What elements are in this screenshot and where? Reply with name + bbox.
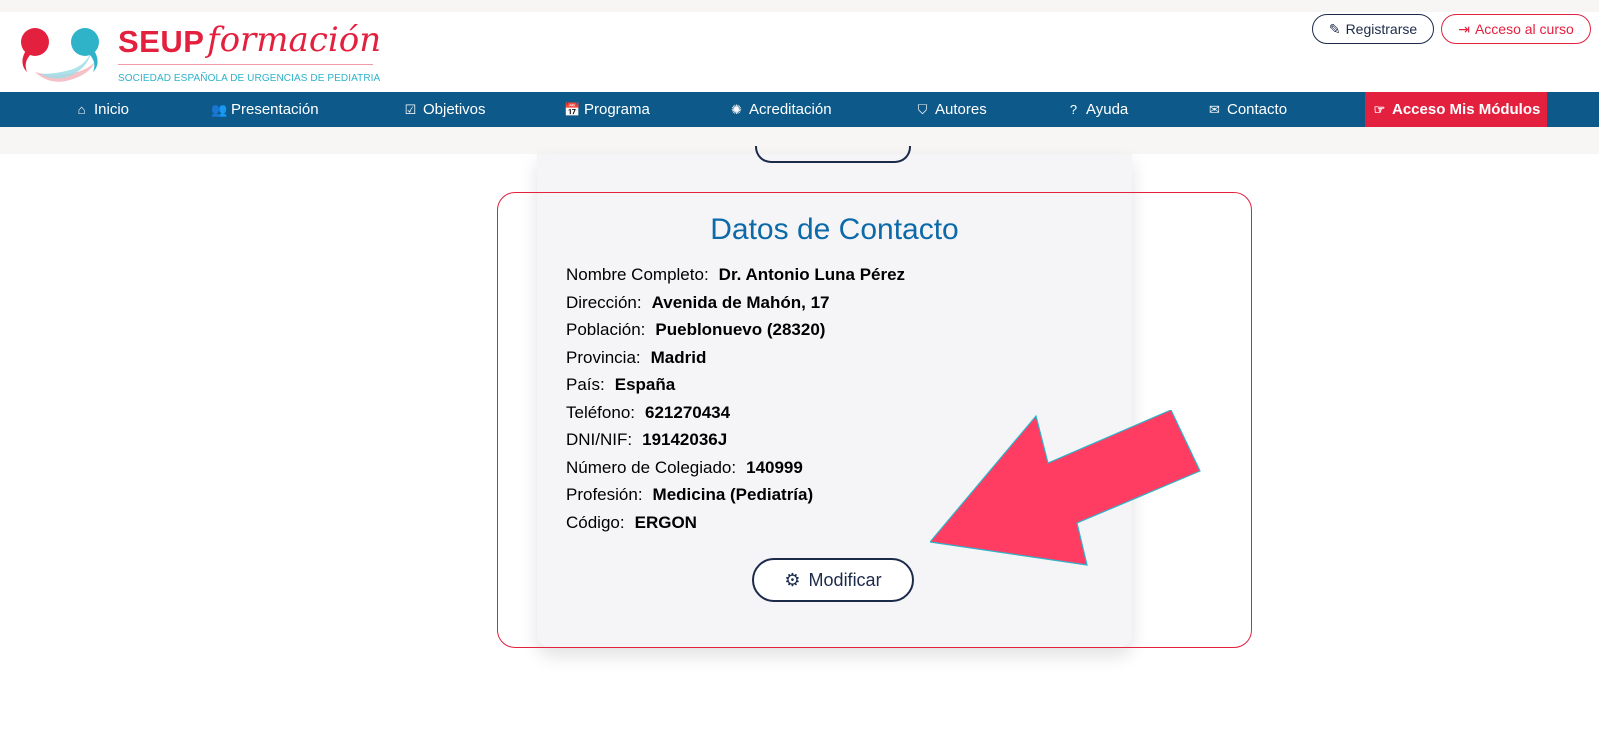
- nav-label: Inicio: [94, 101, 130, 118]
- main-navbar: ⌂ Inicio 👥 Presentación ☑ Objetivos 📅 Pr…: [0, 92, 1599, 127]
- field-label: Provincia:: [566, 348, 641, 367]
- field-label: Nombre Completo:: [566, 265, 709, 284]
- site-header: SEUP formación SOCIEDAD ESPAÑOLA DE URGE…: [0, 12, 1599, 92]
- home-icon: ⌂: [77, 102, 86, 117]
- brand-divider: [118, 64, 373, 65]
- field-value: España: [614, 375, 676, 394]
- hand-point-icon: ☞: [1373, 101, 1386, 117]
- register-button[interactable]: ✎ Registrarse: [1312, 14, 1434, 44]
- field-value: Avenida de Mahón, 17: [651, 293, 830, 312]
- field-poblacion: Población: Pueblonuevo (28320): [566, 320, 825, 340]
- modify-button[interactable]: ⚙ Modificar: [752, 558, 914, 602]
- nav-item-autores[interactable]: ⛉ Autores: [915, 92, 987, 127]
- field-label: DNI/NIF:: [566, 430, 633, 449]
- field-label: Número de Colegiado:: [566, 458, 737, 477]
- nav-label: Programa: [584, 101, 650, 118]
- seup-logo[interactable]: SEUP formación SOCIEDAD ESPAÑOLA DE URGE…: [15, 20, 395, 90]
- course-access-button[interactable]: ⇥ Acceso al curso: [1441, 14, 1591, 44]
- gear-icon: ⚙: [784, 569, 801, 590]
- nav-label: Acceso Mis Módulos: [1392, 101, 1541, 118]
- nav-item-ayuda[interactable]: ? Ayuda: [1066, 92, 1128, 127]
- field-telefono: Teléfono: 621270434: [566, 403, 730, 423]
- field-value: ERGON: [634, 513, 697, 532]
- field-value: 621270434: [645, 403, 731, 422]
- nav-item-programa[interactable]: 📅 Programa: [564, 92, 650, 127]
- brand-name: SEUP: [118, 24, 205, 59]
- calendar-check-icon: 📅: [564, 101, 581, 117]
- field-nombre: Nombre Completo: Dr. Antonio Luna Pérez: [566, 265, 905, 285]
- field-value: Medicina (Pediatría): [652, 485, 814, 504]
- nav-item-acreditacion[interactable]: ✺ Acreditación: [729, 92, 832, 127]
- field-label: Dirección:: [566, 293, 642, 312]
- register-label: Registrarse: [1345, 21, 1418, 37]
- annotation-arrow-icon: [930, 410, 1201, 566]
- nav-label: Autores: [935, 101, 987, 118]
- field-value: 19142036J: [642, 430, 728, 449]
- field-label: Población:: [566, 320, 646, 339]
- checkbox-icon: ☑: [404, 101, 417, 117]
- brand-subtitle: SOCIEDAD ESPAÑOLA DE URGENCIAS DE PEDIAT…: [118, 73, 381, 84]
- nav-item-presentacion[interactable]: 👥 Presentación: [211, 92, 319, 127]
- field-direccion: Dirección: Avenida de Mahón, 17: [566, 293, 830, 313]
- sign-in-icon: ⇥: [1458, 20, 1470, 37]
- card-title: Datos de Contacto: [710, 213, 959, 246]
- modify-label: Modificar: [808, 569, 882, 590]
- field-label: Código:: [566, 513, 625, 532]
- field-colegiado: Número de Colegiado: 140999: [566, 458, 803, 478]
- envelope-icon: ✉: [1209, 101, 1220, 117]
- nav-label: Objetivos: [423, 101, 486, 118]
- nav-label: Contacto: [1227, 101, 1288, 118]
- field-dni: DNI/NIF: 19142036J: [566, 430, 727, 450]
- users-icon: 👥: [211, 101, 228, 117]
- field-label: País:: [566, 375, 605, 394]
- nav-item-objetivos[interactable]: ☑ Objetivos: [403, 92, 486, 127]
- field-provincia: Provincia: Madrid: [566, 348, 706, 368]
- nav-label: Presentación: [231, 101, 319, 118]
- nav-item-mis-modulos[interactable]: ☞ Acceso Mis Módulos: [1365, 92, 1548, 127]
- field-label: Teléfono:: [566, 403, 635, 422]
- previous-section-button[interactable]: [755, 146, 911, 163]
- question-circle-icon: ?: [1069, 102, 1078, 117]
- course-access-label: Acceso al curso: [1474, 21, 1574, 37]
- nav-item-contacto[interactable]: ✉ Contacto: [1207, 92, 1287, 127]
- field-value: 140999: [746, 458, 803, 477]
- field-pais: País: España: [566, 375, 675, 395]
- certificate-icon: ✺: [731, 101, 742, 117]
- field-label: Profesión:: [566, 485, 643, 504]
- field-codigo: Código: ERGON: [566, 513, 697, 533]
- shield-icon: ⛉: [917, 101, 928, 117]
- field-value: Madrid: [650, 348, 707, 367]
- field-profesion: Profesión: Medicina (Pediatría): [566, 485, 813, 505]
- nav-item-inicio[interactable]: ⌂ Inicio: [74, 92, 129, 127]
- field-value: Pueblonuevo (28320): [655, 320, 826, 339]
- nav-label: Ayuda: [1086, 101, 1129, 118]
- top-strip: [0, 0, 1599, 12]
- brand-script: formación: [207, 20, 382, 60]
- field-value: Dr. Antonio Luna Pérez: [718, 265, 906, 284]
- nav-label: Acreditación: [749, 101, 832, 118]
- seup-logo-icon: [21, 28, 99, 82]
- pencil-icon: ✎: [1328, 20, 1341, 37]
